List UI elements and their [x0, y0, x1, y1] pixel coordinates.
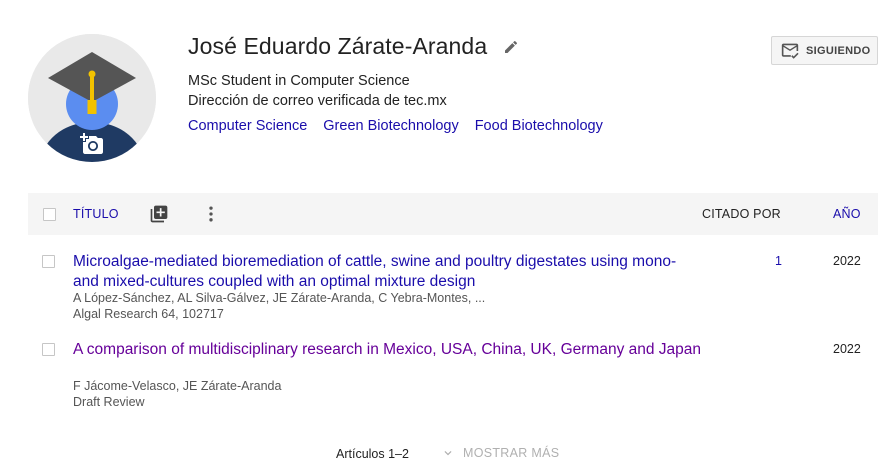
article-title-link[interactable]: A comparison of multidisciplinary resear…	[73, 340, 703, 360]
show-more-button[interactable]: MOSTRAR MÁS	[441, 446, 559, 460]
article-venue: Draft Review	[73, 395, 145, 409]
article-cited-by-link[interactable]: 1	[775, 254, 782, 268]
table-row: Microalgae-mediated bioremediation of ca…	[28, 252, 878, 324]
pencil-icon[interactable]	[503, 39, 519, 55]
profile-avatar[interactable]	[28, 34, 156, 162]
profile-name-row: José Eduardo Zárate-Aranda	[188, 33, 519, 60]
profile-interests: Computer Science Green Biotechnology Foo…	[188, 118, 603, 134]
interest-link[interactable]: Food Biotechnology	[475, 118, 603, 134]
interest-link[interactable]: Green Biotechnology	[323, 118, 458, 134]
chevron-down-icon	[441, 446, 455, 460]
article-checkbox[interactable]	[42, 343, 55, 356]
add-box-icon[interactable]	[149, 204, 169, 229]
articles-count: Artículos 1–2	[336, 447, 409, 461]
article-checkbox[interactable]	[42, 255, 55, 268]
profile-affiliation: MSc Student in Computer Science	[188, 73, 410, 89]
profile-name: José Eduardo Zárate-Aranda	[188, 33, 488, 59]
select-all-checkbox[interactable]	[43, 208, 56, 221]
interest-link[interactable]: Computer Science	[188, 118, 307, 134]
mail-check-icon	[780, 42, 800, 60]
sort-by-year-header[interactable]: AÑO	[833, 207, 861, 221]
articles-footer: Artículos 1–2 MOSTRAR MÁS	[0, 446, 889, 464]
article-venue: Algal Research 64, 102717	[73, 307, 224, 321]
show-more-label: MOSTRAR MÁS	[463, 446, 560, 460]
sort-by-title-header[interactable]: TÍTULO	[73, 207, 119, 221]
article-year: 2022	[833, 254, 861, 268]
profile-email: Dirección de correo verificada de tec.mx	[188, 93, 447, 109]
article-authors: A López-Sánchez, AL Silva-Gálvez, JE Zár…	[73, 291, 486, 305]
article-year: 2022	[833, 342, 861, 356]
cited-by-header: CITADO POR	[702, 207, 781, 221]
follow-button-label: SIGUIENDO	[806, 44, 871, 57]
table-row: A comparison of multidisciplinary resear…	[28, 340, 878, 412]
more-vert-icon[interactable]	[201, 204, 221, 229]
article-title-link[interactable]: Microalgae-mediated bioremediation of ca…	[73, 252, 703, 292]
follow-button[interactable]: SIGUIENDO	[771, 36, 878, 65]
articles-table-header: TÍTULO CITADO POR AÑO	[28, 193, 878, 235]
article-authors: F Jácome-Velasco, JE Zárate-Aranda	[73, 379, 282, 393]
